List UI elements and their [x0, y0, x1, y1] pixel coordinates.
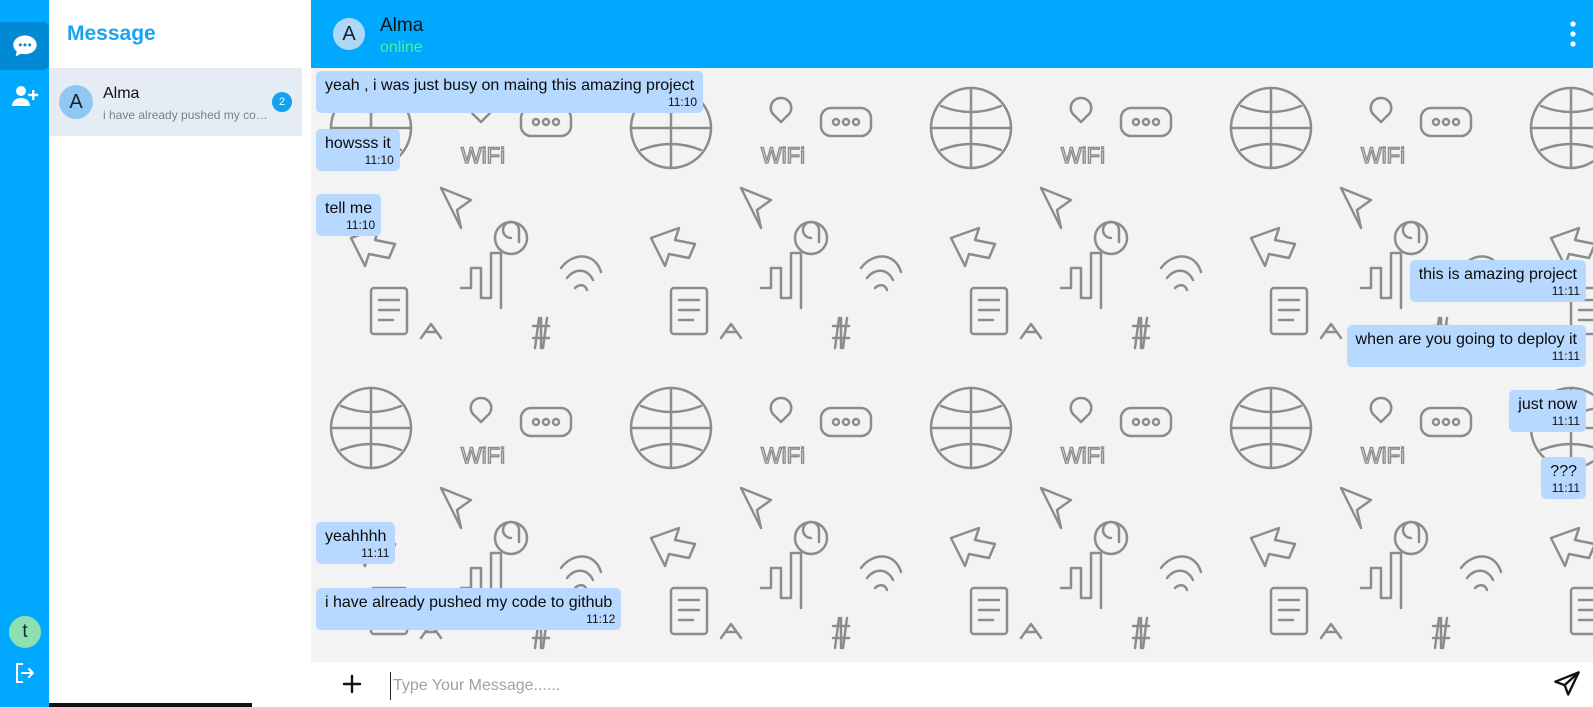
- message-time: 11:11: [1551, 349, 1580, 363]
- message-text: yeah , i was just busy on maing this ama…: [325, 77, 695, 94]
- message-time: 11:11: [1551, 414, 1580, 428]
- kebab-menu-icon[interactable]: [1568, 19, 1578, 49]
- chat-contact-name: Alma: [380, 15, 424, 36]
- message-text: just now: [1518, 396, 1577, 413]
- message-bubble-sent[interactable]: just now 11:11: [1509, 390, 1586, 432]
- unread-badge: 2: [272, 92, 292, 112]
- contact-name: Alma: [103, 85, 140, 102]
- plus-icon[interactable]: [340, 672, 364, 696]
- message-bubble-received[interactable]: tell me 11:10: [316, 194, 382, 236]
- message-time: 11:11: [361, 546, 390, 560]
- send-icon[interactable]: [1553, 670, 1581, 698]
- message-text: howsss it: [325, 135, 391, 152]
- message-bubble-received[interactable]: yeahhhh 11:11: [316, 522, 396, 564]
- message-time: 11:10: [364, 153, 394, 167]
- contact-item[interactable]: A Alma i have already pushed my code to …: [49, 68, 302, 136]
- contacts-panel: Message A Alma i have already pushed my …: [49, 0, 311, 707]
- message-time: 11:11: [1551, 284, 1580, 298]
- scrollbar[interactable]: [49, 703, 252, 707]
- message-bubble-sent[interactable]: ??? 11:11: [1541, 457, 1586, 499]
- message-text: when are you going to deploy it: [1355, 331, 1577, 348]
- message-text: this is amazing project: [1418, 266, 1577, 283]
- message-input[interactable]: [390, 672, 990, 700]
- message-text: ???: [1550, 463, 1577, 480]
- message-time: 11:10: [667, 95, 698, 109]
- chat-icon: [12, 35, 37, 57]
- message-text: tell me: [325, 200, 373, 217]
- chat-contact-avatar: A: [333, 18, 365, 50]
- message-time: 11:12: [586, 612, 616, 626]
- add-user-icon: [11, 86, 38, 106]
- contact-last-message: i have already pushed my code to github: [103, 108, 268, 122]
- chat-app: t Message A Alma i have already pushed m…: [0, 0, 1593, 707]
- logout-button[interactable]: [0, 660, 49, 686]
- logout-icon: [15, 663, 34, 683]
- message-bubble-received[interactable]: howsss it 11:10: [316, 129, 400, 171]
- current-user-avatar[interactable]: t: [9, 616, 41, 648]
- chat-contact-status: online: [380, 39, 423, 56]
- message-bubble-received[interactable]: yeah , i was just busy on maing this ama…: [316, 71, 704, 113]
- contact-avatar: A: [59, 85, 93, 119]
- message-time: 11:10: [345, 218, 376, 232]
- message-composer: [311, 662, 1593, 707]
- message-list[interactable]: WiFi yeah , i was just busy on maing thi…: [311, 68, 1593, 662]
- message-time: 11:11: [1551, 481, 1580, 495]
- nav-rail: t: [0, 0, 49, 707]
- chats-nav-button[interactable]: [0, 22, 49, 70]
- message-text: yeahhhh: [325, 528, 387, 545]
- message-bubble-received[interactable]: i have already pushed my code to github …: [316, 588, 622, 630]
- message-bubble-sent[interactable]: this is amazing project 11:11: [1409, 260, 1586, 302]
- message-text: i have already pushed my code to github: [325, 594, 613, 611]
- chat-header: A Alma online: [311, 0, 1593, 68]
- add-contact-button[interactable]: [0, 80, 49, 112]
- panel-title: Message: [67, 22, 156, 45]
- message-bubble-sent[interactable]: when are you going to deploy it 11:11: [1346, 325, 1586, 367]
